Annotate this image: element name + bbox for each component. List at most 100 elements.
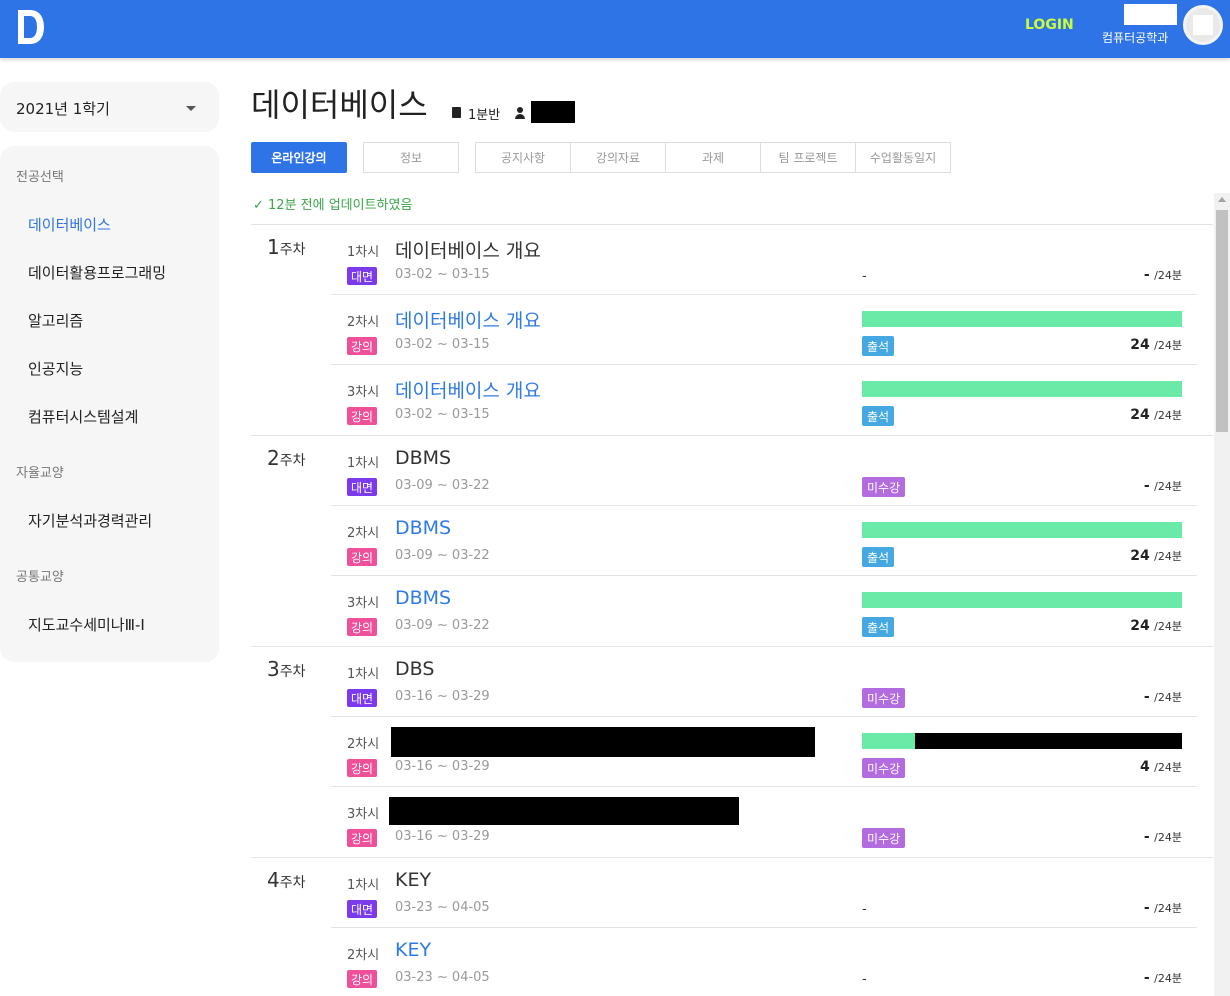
- lecture-row[interactable]: 3차시 데이터베이스 개요 강의 03-02 ~ 03-15 출석 24 /24분: [331, 365, 1197, 435]
- sidebar-item-career[interactable]: 자기분석과경력관리: [28, 510, 152, 531]
- attendance-badge: 미수강: [862, 828, 906, 848]
- watch-time: - /24분: [1091, 478, 1182, 494]
- lecture-row[interactable]: 2차시 강의 03-16 ~ 03-29 미수강 4 /24분: [331, 717, 1197, 787]
- professor-name-redacted: [531, 101, 575, 123]
- watch-time: 24 /24분: [1091, 407, 1182, 423]
- session-label: 1차시: [347, 241, 379, 260]
- lecture-title: 데이터베이스 개요: [395, 240, 541, 262]
- watched-minutes: 4: [1139, 759, 1150, 775]
- sidebar-item-data-programming[interactable]: 데이터활용프로그래밍: [28, 262, 166, 283]
- watched-minutes: -: [1143, 267, 1150, 283]
- lecture-title[interactable]: DBMS: [395, 587, 451, 609]
- watch-time: 24 /24분: [1091, 618, 1182, 634]
- scrollbar[interactable]: [1214, 193, 1230, 996]
- session-suffix: 차시: [355, 737, 380, 752]
- lecture-row[interactable]: 2차시 DBMS 강의 03-09 ~ 03-22 출석 24 /24분: [331, 506, 1197, 576]
- session-suffix: 차시: [355, 807, 380, 822]
- watched-minutes: 24: [1130, 618, 1150, 634]
- week-number: 1: [267, 235, 280, 259]
- lecture-title[interactable]: 데이터베이스 개요: [395, 306, 541, 333]
- scrollbar-thumb[interactable]: [1216, 210, 1228, 432]
- lecture-type-badge: 강의: [347, 829, 378, 847]
- semester-select[interactable]: 2021년 1학기: [0, 82, 219, 132]
- session-suffix: 차시: [355, 385, 380, 400]
- lecture-type-badge: 강의: [347, 618, 378, 636]
- session-label: 2차시: [347, 311, 379, 330]
- session-suffix: 차시: [355, 315, 380, 330]
- watched-minutes: -: [1143, 900, 1150, 916]
- tab-online-lecture[interactable]: 온라인강의: [251, 142, 347, 173]
- attendance-badge: 미수강: [862, 477, 906, 497]
- lecture-row[interactable]: 1차시 DBMS 대면 03-09 ~ 03-22 미수강 - /24분: [331, 436, 1197, 506]
- progress-bar: [862, 733, 1182, 749]
- progress-fill: [862, 592, 1182, 608]
- watched-minutes: 24: [1130, 548, 1150, 564]
- lecture-title[interactable]: DBMS: [395, 517, 451, 539]
- tab-assignment[interactable]: 과제: [665, 142, 761, 173]
- watched-minutes: -: [1143, 970, 1150, 986]
- tab-notice[interactable]: 공지사항: [475, 142, 571, 173]
- lecture-row[interactable]: 1차시 DBS 대면 03-16 ~ 03-29 미수강 - /24분: [331, 647, 1197, 717]
- lecture-period: 03-23 ~ 04-05: [395, 900, 490, 915]
- tab-team-project[interactable]: 팀 프로젝트: [760, 142, 856, 173]
- lecture-title-redacted[interactable]: [391, 727, 815, 757]
- week-label: 3주차: [267, 657, 306, 681]
- lecture-row[interactable]: 3차시 강의 03-16 ~ 03-29 미수강 - /24분: [331, 787, 1197, 857]
- lecture-period: 03-16 ~ 03-29: [395, 689, 490, 704]
- tab-materials[interactable]: 강의자료: [570, 142, 666, 173]
- session-suffix: 차시: [355, 526, 380, 541]
- lecture-period: 03-02 ~ 03-15: [395, 267, 490, 282]
- week-group: 2주차 1차시 DBMS 대면 03-09 ~ 03-22 미수강 - /24분 2차시 DBM…: [251, 436, 1213, 647]
- progress-bar: [862, 381, 1182, 397]
- login-link[interactable]: LOGIN: [1025, 17, 1074, 33]
- lecture-period: 03-23 ~ 04-05: [395, 970, 490, 985]
- tab-activity-log[interactable]: 수업활동일지: [855, 142, 951, 173]
- total-minutes: /24분: [1154, 620, 1182, 633]
- total-minutes: /24분: [1154, 902, 1182, 915]
- lecture-row[interactable]: 1차시 KEY 대면 03-23 ~ 04-05- - /24분: [331, 858, 1197, 928]
- sidebar-item-algorithm[interactable]: 알고리즘: [28, 310, 83, 331]
- lecture-period: 03-09 ~ 03-22: [395, 618, 490, 633]
- session-label: 2차시: [347, 944, 379, 963]
- sidebar-heading-major: 전공선택: [16, 170, 64, 185]
- lecture-period: 03-02 ~ 03-15: [395, 407, 490, 422]
- progress-fill: [862, 311, 1182, 327]
- watched-minutes: -: [1143, 478, 1150, 494]
- attendance-badge: 미수강: [862, 758, 906, 778]
- week-suffix: 주차: [279, 664, 306, 680]
- lecture-row[interactable]: 2차시 데이터베이스 개요 강의 03-02 ~ 03-15 출석 24 /24분: [331, 295, 1197, 365]
- attendance-status: -: [862, 902, 867, 917]
- sidebar-item-system-design[interactable]: 컴퓨터시스템설계: [28, 406, 138, 427]
- attendance-badge: 출석: [862, 617, 895, 637]
- lecture-type-badge: 강의: [347, 337, 378, 355]
- person-icon: [517, 107, 523, 113]
- week-suffix: 주차: [279, 453, 306, 469]
- week-number: 4: [267, 868, 280, 892]
- week-label: 1주차: [267, 235, 306, 259]
- lecture-row[interactable]: 2차시 KEY 강의 03-23 ~ 04-05- - /24분: [331, 928, 1197, 996]
- lecture-title-redacted[interactable]: [389, 797, 739, 825]
- chevron-down-icon: [186, 106, 196, 111]
- scroll-up-icon[interactable]: [1218, 197, 1226, 202]
- lecture-row[interactable]: 3차시 DBMS 강의 03-09 ~ 03-22 출석 24 /24분: [331, 576, 1197, 646]
- session-suffix: 차시: [355, 878, 380, 893]
- lecture-period: 03-09 ~ 03-22: [395, 548, 490, 563]
- sidebar-heading-common: 공통교양: [16, 570, 64, 585]
- lecture-type-badge: 대면: [347, 900, 378, 918]
- session-label: 3차시: [347, 803, 379, 822]
- logo-icon[interactable]: [18, 10, 44, 44]
- sidebar-item-database[interactable]: 데이터베이스: [28, 214, 111, 235]
- attendance-status: -: [862, 972, 867, 987]
- lecture-type-badge: 강의: [347, 407, 378, 425]
- lecture-row[interactable]: 1차시 데이터베이스 개요 대면 03-02 ~ 03-15- - /24분: [331, 225, 1197, 295]
- lecture-title[interactable]: 데이터베이스 개요: [395, 376, 541, 403]
- tab-info[interactable]: 정보: [363, 142, 459, 173]
- avatar[interactable]: [1183, 5, 1223, 45]
- session-suffix: 차시: [355, 596, 380, 611]
- week-group: 3주차 1차시 DBS 대면 03-16 ~ 03-29 미수강 - /24분 2차시 강의 03…: [251, 647, 1213, 858]
- lecture-period: 03-02 ~ 03-15: [395, 337, 490, 352]
- sidebar-item-seminar[interactable]: 지도교수세미나Ⅲ-Ⅰ: [28, 614, 145, 635]
- sidebar-item-ai[interactable]: 인공지능: [28, 358, 83, 379]
- lecture-title[interactable]: KEY: [395, 939, 431, 961]
- watch-time: - /24분: [1091, 689, 1182, 705]
